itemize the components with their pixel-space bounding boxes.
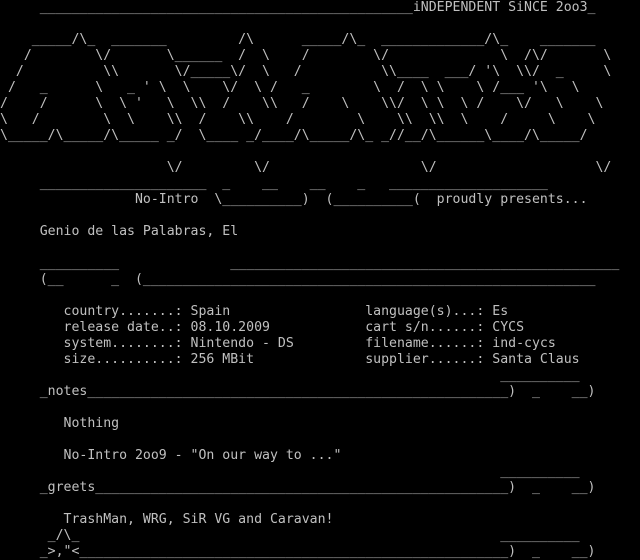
section-bar-top: _/\_ __________ xyxy=(0,528,580,543)
ascii-logo-row: \ / \ \ \\ / \\ / \ \\ \\ \ / \ \ xyxy=(0,112,596,127)
ascii-logo-row: \_____/\_____/\_____ _/ \____ _/____/\__… xyxy=(0,128,588,143)
section-bar-top: __________ xyxy=(0,368,580,383)
ascii-logo-row: / / \ \ ' \ \\ / \\ / \ \\/ \ \ \ / \/ \… xyxy=(0,96,604,111)
info-row-country-language: country.......: Spain language(s)...: Es xyxy=(0,304,509,319)
ascii-logo-row: \/ \/ \/ \/ xyxy=(0,160,612,175)
info-row-size-supplier: size..........: 256 MBit supplier......:… xyxy=(0,352,580,367)
title-bar: (__ _ (_________________________________… xyxy=(0,272,596,287)
section-bar-top: __________ xyxy=(0,464,580,479)
ascii-logo-row: _____/\_ _______ /\ _____/\_ ___________… xyxy=(0,32,596,47)
presents-bar-top: _____________________ _ __ __ _ ________… xyxy=(0,176,548,191)
footer-bar: _>,"<___________________________________… xyxy=(0,544,596,559)
presents-bar: No-Intro \__________) (__________( proud… xyxy=(0,192,588,207)
ascii-logo-row: / _ \ _ ' \ \ \/ \ / _ \ / \ \ \ /___ '\… xyxy=(0,80,580,95)
title-bar-top: __________ _____________________________… xyxy=(0,256,620,271)
header-rule-independent: ________________________________________… xyxy=(0,0,596,15)
info-row-release-date-cart: release date..: 08.10.2009 cart s/n.....… xyxy=(0,320,525,335)
ascii-logo-row: / \\ \/_____\/ \ / \\____ ___/ '\ \\/ _ … xyxy=(0,64,612,79)
info-row-system-filename: system........: Nintendo - DS filename..… xyxy=(0,336,556,351)
greets-section-header: _greets_________________________________… xyxy=(0,480,596,495)
notes-tagline: No-Intro 2oo9 - "On our way to ..." xyxy=(0,448,342,463)
notes-section-header: _notes__________________________________… xyxy=(0,384,596,399)
release-title: Genio de las Palabras, El xyxy=(0,224,239,239)
notes-text: Nothing xyxy=(0,416,120,431)
greets-text: TrashMan, WRG, SiR VG and Caravan! xyxy=(0,512,334,527)
ascii-logo-row: / \/ \______ / \ / \/ \ /\/ \ xyxy=(0,48,612,63)
nfo-text: __________ __________ ____________________… xyxy=(0,0,640,560)
